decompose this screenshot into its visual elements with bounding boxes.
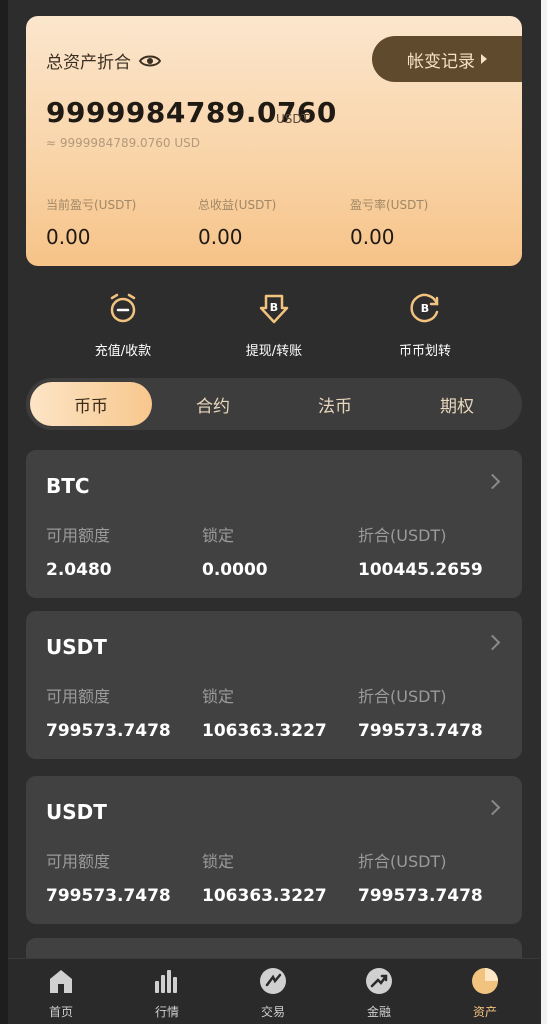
finance-icon [366,968,392,994]
transfer-action[interactable]: B 币币划转 [365,290,485,359]
nav-assets[interactable]: 资产 [432,965,538,1020]
trade-icon [260,968,286,994]
nav-finance[interactable]: 金融 [326,965,432,1020]
converted-label: 折合(USDT) [358,687,447,706]
locked-value: 106363.3227 [202,886,327,906]
withdraw-label: 提现/转账 [245,344,303,359]
nav-market[interactable]: 行情 [114,965,220,1020]
locked-column: 锁定 106363.3227 [202,848,327,906]
tab-contract[interactable]: 合约 [152,378,274,430]
assets-pie-icon [472,968,498,994]
coin-name: USDT [46,800,107,824]
converted-column: 折合(USDT) 799573.7478 [358,683,483,741]
tab-fiat[interactable]: 法币 [274,378,396,430]
converted-label: 折合(USDT) [358,852,447,871]
locked-column: 锁定 106363.3227 [202,683,327,741]
locked-label: 锁定 [202,526,235,545]
market-chart-icon [155,970,177,993]
stat-value: 0.00 [46,225,91,249]
coin-card-usdt[interactable]: USDT 可用额度 799573.7478 锁定 106363.3227 折合(… [26,611,522,759]
locked-label: 锁定 [202,852,235,871]
deposit-icon [110,293,136,323]
locked-column: 锁定 0.0000 [202,522,268,580]
stat-label: 总收益(USDT) [198,198,277,212]
available-label: 可用额度 [46,526,111,545]
converted-column: 折合(USDT) 100445.2659 [358,522,483,580]
chevron-right-icon [484,473,501,490]
coin-name: BTC [46,474,90,498]
tab-spot[interactable]: 币币 [30,382,152,426]
chevron-right-icon [484,799,501,816]
account-tabs: 币币 合约 法币 期权 [26,378,522,430]
nav-label: 交易 [260,1005,285,1019]
total-assets-card: 总资产折合 帐变记录 9999984789.0760 USDT ≈ 999998… [26,16,522,266]
available-column: 可用额度 799573.7478 [46,848,171,906]
coin-name: USDT [46,635,107,659]
app-screen: 总资产折合 帐变记录 9999984789.0760 USDT ≈ 999998… [8,0,540,1024]
deposit-label: 充值/收款 [94,344,152,359]
asset-title: 总资产折合 [46,53,131,73]
locked-value: 106363.3227 [202,721,327,741]
locked-value: 0.0000 [202,560,268,580]
converted-column: 折合(USDT) 799573.7478 [358,848,483,906]
stat-label: 当前盈亏(USDT) [46,198,137,212]
stat-total-profit: 总收益(USDT) 0.00 [198,196,276,249]
deposit-action[interactable]: 充值/收款 [63,290,183,359]
svg-text:B: B [421,302,429,315]
nav-trade[interactable]: 交易 [220,965,326,1020]
converted-value: 799573.7478 [358,721,483,741]
window-frame-right [541,0,547,1024]
locked-label: 锁定 [202,687,235,706]
approx-usd-value: ≈ 9999984789.0760 USD [46,136,201,150]
converted-value: 799573.7478 [358,886,483,906]
converted-value: 100445.2659 [358,560,483,580]
ledger-button-label: 帐变记录 [407,51,475,72]
total-unit: USDT [276,112,309,126]
stat-value: 0.00 [350,225,395,249]
window-frame-left [0,0,8,1024]
available-column: 可用额度 2.0480 [46,522,112,580]
svg-text:B: B [270,301,278,314]
chevron-right-icon [484,634,501,651]
available-value: 2.0480 [46,560,112,580]
available-value: 799573.7478 [46,721,171,741]
stat-label: 盈亏率(USDT) [350,198,429,212]
available-label: 可用额度 [46,687,111,706]
asset-title-row: 总资产折合 [46,48,161,73]
coin-card-btc[interactable]: BTC 可用额度 2.0480 锁定 0.0000 折合(USDT) 10044… [26,450,522,598]
nav-label: 行情 [154,1005,179,1019]
bottom-navigation: 首页 行情 交易 金融 资产 [8,958,540,1024]
converted-label: 折合(USDT) [358,526,447,545]
eye-icon[interactable] [139,54,161,68]
available-column: 可用额度 799573.7478 [46,683,171,741]
nav-home[interactable]: 首页 [8,965,114,1020]
stat-pnl-rate: 盈亏率(USDT) 0.00 [350,196,428,249]
transfer-icon: B [410,293,439,323]
available-value: 799573.7478 [46,886,171,906]
caret-right-icon [481,54,487,64]
transfer-label: 币币划转 [398,344,451,359]
coin-card-usdt[interactable]: USDT 可用额度 799573.7478 锁定 106363.3227 折合(… [26,776,522,924]
nav-label: 首页 [48,1005,73,1019]
available-label: 可用额度 [46,852,111,871]
nav-label: 金融 [366,1005,391,1019]
ledger-records-button[interactable]: 帐变记录 [372,36,522,82]
home-icon [50,970,72,993]
nav-label: 资产 [472,1005,497,1019]
withdraw-icon: B [259,294,289,324]
tab-options[interactable]: 期权 [396,378,518,430]
stat-current-pnl: 当前盈亏(USDT) 0.00 [46,196,136,249]
withdraw-action[interactable]: B 提现/转账 [214,290,334,359]
stat-value: 0.00 [198,225,243,249]
